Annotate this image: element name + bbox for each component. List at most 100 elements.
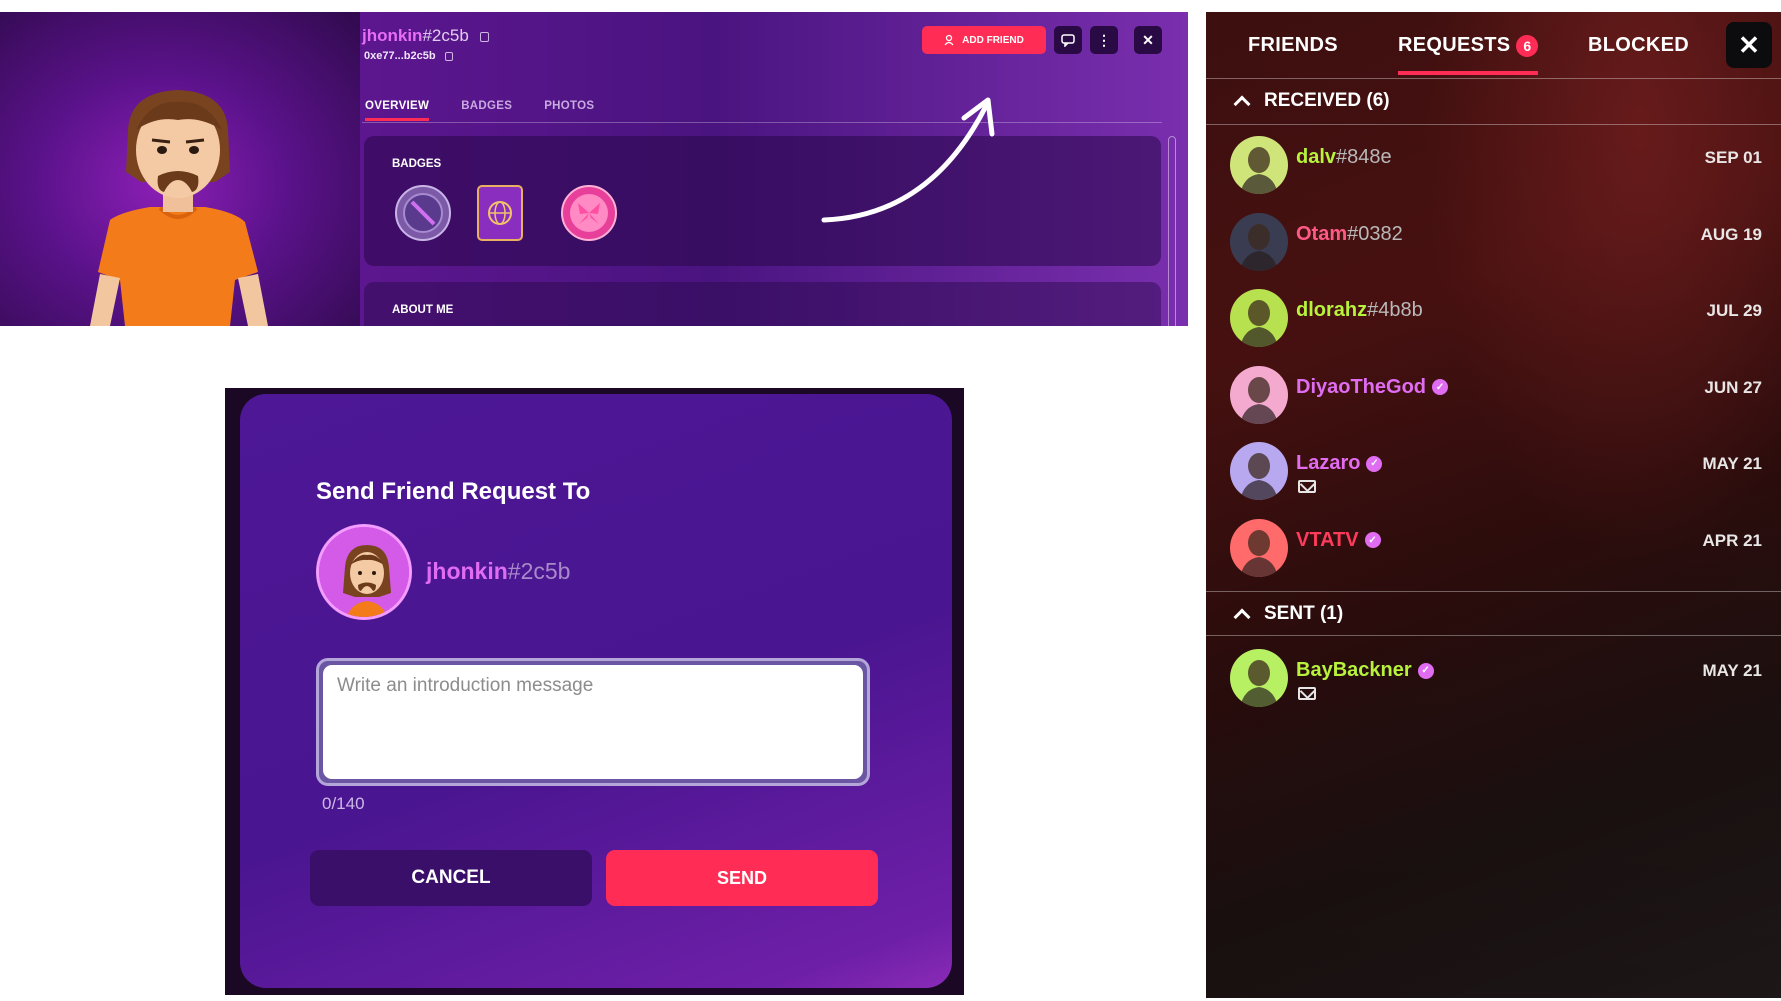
- badge-social-butterfly-icon[interactable]: [560, 184, 618, 242]
- sent-header: SENT (1): [1264, 603, 1344, 624]
- tab-overview[interactable]: OVERVIEW: [365, 100, 430, 121]
- about-card: ABOUT ME: [364, 282, 1161, 326]
- sent-section-toggle[interactable]: SENT (1): [1233, 603, 1344, 626]
- copy-icon[interactable]: [479, 31, 489, 42]
- user-name[interactable]: Lazaro ✓: [1296, 452, 1383, 475]
- user-name[interactable]: dlorahz#4b8b: [1296, 299, 1423, 322]
- close-icon: ✕: [1142, 31, 1154, 48]
- badges-label: BADGES: [392, 158, 442, 170]
- verified-icon: ✓: [1364, 532, 1381, 549]
- tab-badges[interactable]: BADGES: [461, 100, 512, 121]
- close-icon: ✕: [1738, 29, 1760, 60]
- profile-address: 0xe77...b2c5b: [364, 50, 453, 62]
- profile-panel: jhonkin#2c5b 0xe77...b2c5b OVERVIEW BADG…: [0, 12, 1188, 326]
- modal-avatar: [316, 524, 412, 620]
- profile-address-text: 0xe77...b2c5b: [364, 50, 436, 62]
- user-name-text: Otam: [1296, 222, 1348, 245]
- tab-requests[interactable]: REQUESTS 6: [1398, 34, 1539, 75]
- char-counter: 0/140: [322, 794, 365, 813]
- user-tag: #848e: [1336, 146, 1392, 168]
- modal-avatar-image: [319, 527, 409, 617]
- about-label: ABOUT ME: [392, 304, 454, 316]
- request-date: MAY 21: [1702, 661, 1762, 680]
- divider: [1206, 124, 1781, 125]
- user-tag: #4b8b: [1367, 299, 1423, 321]
- user-avatar[interactable]: [1230, 136, 1288, 194]
- user-avatar[interactable]: [1230, 289, 1288, 347]
- chat-icon: [1061, 34, 1075, 47]
- user-avatar[interactable]: [1230, 212, 1288, 271]
- user-name-text: dalv: [1296, 146, 1337, 168]
- profile-close-button[interactable]: ✕: [1134, 26, 1162, 54]
- profile-username: jhonkin#2c5b: [362, 26, 489, 46]
- request-row[interactable]: DiyaoTheGod ✓ JUN 27: [1230, 362, 1770, 428]
- badge-passport-icon[interactable]: [476, 184, 524, 242]
- profile-tag: #2c5b: [422, 26, 469, 45]
- received-header: RECEIVED (6): [1264, 90, 1390, 111]
- request-row[interactable]: VTATV ✓ APR 21: [1230, 515, 1770, 581]
- tab-requests-label: REQUESTS: [1398, 34, 1511, 56]
- add-friend-label: ADD FRIEND: [962, 34, 1024, 46]
- user-name[interactable]: dalv#848e: [1296, 146, 1392, 169]
- message-envelope-icon[interactable]: [1298, 687, 1316, 700]
- divider: [1206, 591, 1781, 592]
- user-name[interactable]: Otam#0382: [1296, 223, 1403, 246]
- tab-blocked[interactable]: BLOCKED: [1588, 34, 1689, 57]
- send-button[interactable]: SEND: [606, 850, 878, 906]
- intro-message-input[interactable]: [323, 665, 863, 779]
- more-options-button[interactable]: ⋮: [1090, 26, 1118, 54]
- verified-icon: ✓: [1417, 662, 1434, 679]
- user-avatar[interactable]: [1230, 649, 1288, 707]
- user-name-text: Lazaro: [1296, 452, 1361, 474]
- profile-avatar: [90, 90, 268, 326]
- add-user-icon: [944, 34, 954, 46]
- badge-compass-icon[interactable]: [394, 184, 452, 242]
- user-avatar[interactable]: [1230, 365, 1288, 424]
- request-row[interactable]: dlorahz#4b8b JUL 29: [1230, 285, 1770, 351]
- user-name-text: DiyaoTheGod: [1296, 375, 1427, 398]
- modal-title: Send Friend Request To: [316, 478, 591, 505]
- received-section-toggle[interactable]: RECEIVED (6): [1233, 90, 1390, 113]
- modal-username-tag: #2c5b: [507, 558, 571, 584]
- user-tag: #0382: [1347, 222, 1403, 245]
- friends-close-button[interactable]: ✕: [1726, 22, 1772, 68]
- tab-photos[interactable]: PHOTOS: [544, 100, 594, 121]
- request-row[interactable]: BayBackner ✓ MAY 21: [1230, 645, 1770, 711]
- user-name[interactable]: BayBackner ✓: [1296, 659, 1434, 682]
- copy-address-icon[interactable]: [444, 51, 453, 61]
- user-avatar[interactable]: [1230, 518, 1288, 577]
- profile-avatar-zone: [0, 12, 360, 326]
- modal-username-text: jhonkin: [426, 558, 508, 584]
- request-date: SEP 01: [1704, 148, 1762, 167]
- user-name-text: dlorahz: [1296, 299, 1368, 321]
- add-friend-button[interactable]: ADD FRIEND: [922, 26, 1046, 54]
- request-date: AUG 19: [1700, 224, 1762, 244]
- request-date: APR 21: [1702, 530, 1762, 550]
- profile-scrollbar[interactable]: [1168, 136, 1176, 326]
- chat-button[interactable]: [1054, 26, 1082, 54]
- tabs-divider: [362, 122, 1162, 123]
- user-avatar[interactable]: [1230, 442, 1288, 500]
- user-name-text: VTATV: [1296, 528, 1359, 551]
- request-date: JUN 27: [1704, 377, 1762, 397]
- divider: [1206, 78, 1781, 79]
- chevron-up-icon: [1233, 608, 1251, 626]
- request-row[interactable]: dalv#848e SEP 01: [1230, 132, 1770, 198]
- modal-username: jhonkin#2c5b: [426, 558, 570, 585]
- verified-icon: ✓: [1432, 379, 1449, 396]
- request-date: JUL 29: [1706, 301, 1762, 320]
- divider: [1206, 635, 1781, 636]
- profile-username-text: jhonkin: [362, 26, 423, 45]
- friends-tabs: FRIENDS REQUESTS 6 BLOCKED ✕: [1206, 12, 1781, 78]
- more-vertical-icon: ⋮: [1097, 31, 1111, 48]
- intro-message-field-frame: [316, 658, 870, 786]
- tab-friends[interactable]: FRIENDS: [1248, 34, 1338, 57]
- friend-request-modal: Send Friend Request To jhonkin#2c5b 0/14…: [240, 394, 952, 988]
- user-name[interactable]: VTATV ✓: [1296, 529, 1381, 552]
- request-row[interactable]: Lazaro ✓ MAY 21: [1230, 438, 1770, 504]
- cancel-button[interactable]: CANCEL: [310, 850, 592, 906]
- profile-tabs: OVERVIEW BADGES PHOTOS: [365, 100, 594, 121]
- request-row[interactable]: Otam#0382 AUG 19: [1230, 209, 1770, 275]
- user-name[interactable]: DiyaoTheGod ✓: [1296, 375, 1449, 399]
- message-envelope-icon[interactable]: [1298, 480, 1316, 493]
